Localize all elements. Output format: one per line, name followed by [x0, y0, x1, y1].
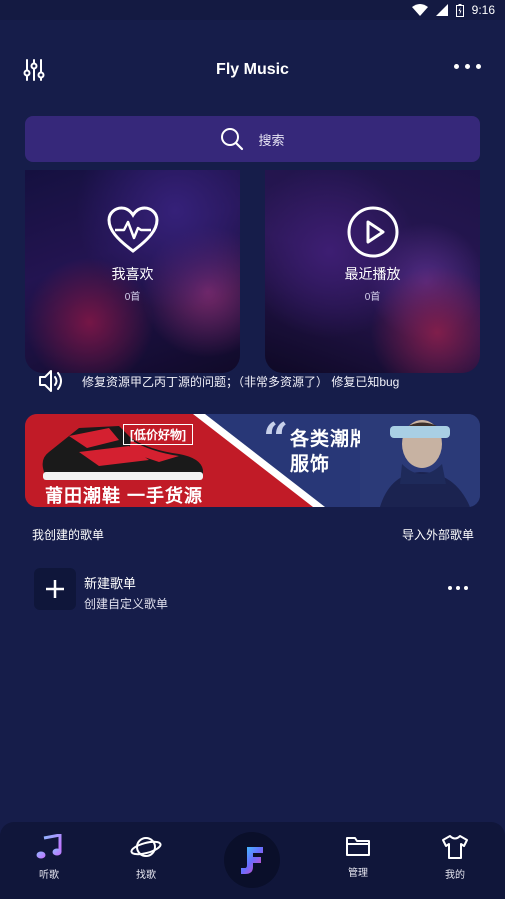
app-header: Fly Music [0, 50, 505, 90]
search-icon [221, 128, 244, 151]
tab-listen-label: 听歌 [39, 870, 59, 881]
recent-count: 0首 [364, 292, 381, 303]
tshirt-icon [442, 835, 468, 859]
speaker-icon [39, 370, 62, 392]
recent-card[interactable]: 最近播放 0首 [265, 170, 480, 373]
music-note-icon [36, 834, 62, 859]
plus-icon [46, 580, 64, 598]
favorites-card[interactable]: 我喜欢 0首 [25, 170, 240, 373]
folder-icon [346, 837, 370, 856]
tab-mine-label: 我的 [445, 870, 465, 881]
bottom-tab-bar: 听歌 找歌 管理 我的 [0, 822, 505, 899]
search-bar[interactable]: 搜索 [25, 116, 480, 162]
notice-text: 修复资源甲乙丙丁源的问题；（非常多资源了） 修复已知bug [82, 374, 400, 389]
equalizer-icon[interactable] [22, 58, 46, 82]
play-circle-icon [347, 206, 398, 258]
add-playlist-button[interactable] [34, 568, 76, 610]
playlist-more-icon[interactable] [448, 586, 468, 590]
favorites-count: 0首 [124, 292, 141, 303]
planet-icon [130, 837, 162, 857]
quote-mark: “ [263, 414, 289, 465]
signal-icon [435, 4, 448, 16]
tab-mine[interactable]: 我的 [430, 834, 480, 881]
banner-right-line1: 各类潮牌 [290, 429, 371, 450]
my-playlists-title: 我创建的歌单 [32, 528, 105, 542]
app-logo-button[interactable] [224, 832, 280, 888]
tab-discover-label: 找歌 [136, 870, 156, 881]
favorites-label: 我喜欢 [111, 266, 154, 282]
banner-left-text: 莆田潮鞋 一手货源 [45, 486, 204, 506]
status-time: 9:16 [471, 3, 495, 17]
recent-label: 最近播放 [344, 266, 401, 282]
playlist-section-header: 我创建的歌单 导入外部歌单 [32, 526, 474, 543]
battery-icon [455, 3, 464, 17]
logo-icon [241, 847, 263, 874]
ad-banner[interactable]: [低价好物] 莆田潮鞋 一手货源 “ 各类潮牌 服饰 [25, 414, 480, 507]
tab-discover[interactable]: 找歌 [121, 834, 171, 881]
notice-bar[interactable]: 修复资源甲乙丙丁源的问题；（非常多资源了） 修复已知bug [38, 366, 488, 396]
banner-tag: [低价好物] [123, 424, 193, 445]
new-playlist-item[interactable]: 新建歌单 创建自定义歌单 [34, 568, 474, 612]
new-playlist-name: 新建歌单 [84, 576, 137, 591]
tab-manage-label: 管理 [348, 868, 368, 879]
search-placeholder: 搜索 [258, 132, 285, 148]
tab-manage[interactable]: 管理 [333, 834, 383, 879]
tab-listen[interactable]: 听歌 [24, 834, 74, 881]
app-title: Fly Music [216, 61, 289, 78]
heart-pulse-icon [106, 206, 159, 253]
model-image [360, 414, 480, 507]
more-icon[interactable] [454, 64, 481, 69]
wifi-icon [411, 4, 428, 16]
status-bar: 9:16 [0, 0, 505, 20]
import-playlists-link[interactable]: 导入外部歌单 [402, 526, 474, 543]
banner-right-line2: 服饰 [290, 454, 331, 475]
new-playlist-desc: 创建自定义歌单 [84, 597, 169, 611]
